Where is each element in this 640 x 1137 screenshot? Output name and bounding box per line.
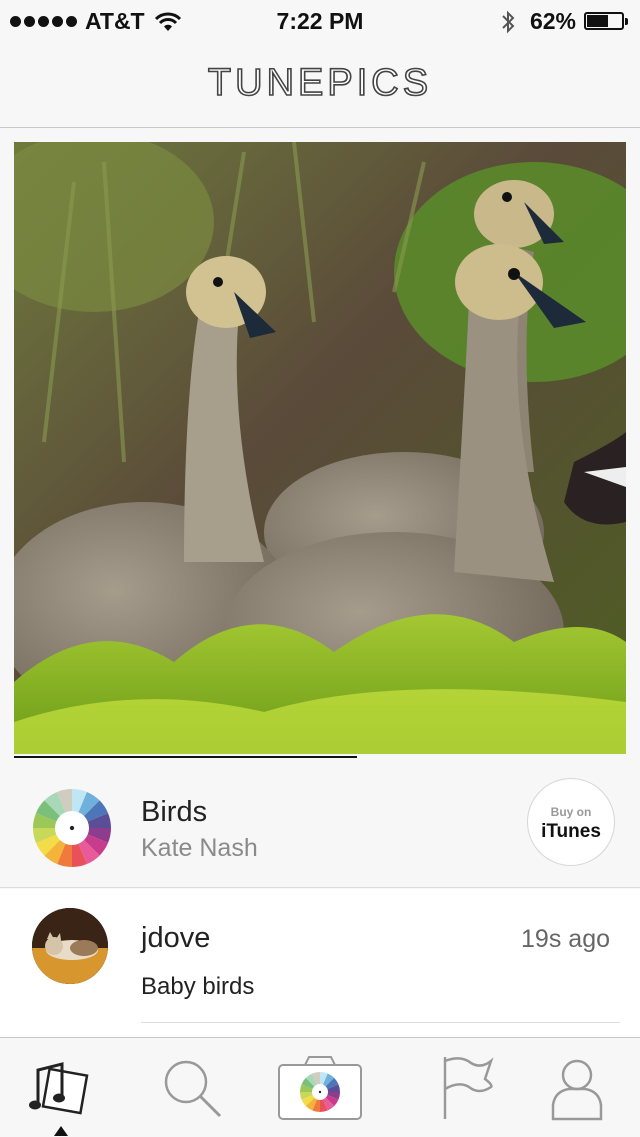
post-caption: Baby birds — [141, 973, 255, 1000]
song-artist: Kate Nash — [141, 834, 258, 862]
song-info-row[interactable]: Birds Kate Nash Buy on iTunes — [0, 760, 640, 888]
playback-progress — [14, 756, 626, 758]
search-icon — [164, 1060, 222, 1117]
tab-camera[interactable] — [265, 1038, 375, 1137]
tab-bar — [0, 1037, 640, 1136]
app-title: TUNEPICS — [207, 61, 433, 105]
song-title: Birds — [141, 796, 208, 828]
camera-icon — [278, 1055, 362, 1120]
avatar[interactable] — [32, 908, 108, 984]
post-divider — [141, 1022, 620, 1023]
username[interactable]: jdove — [141, 922, 210, 955]
playback-progress-fill — [14, 756, 357, 758]
cat-avatar-image — [32, 908, 108, 984]
post-timestamp: 19s ago — [521, 925, 610, 953]
tab-search[interactable] — [137, 1038, 247, 1137]
status-bar: AT&T 7:22 PM 62% — [0, 0, 640, 40]
tab-flag[interactable] — [410, 1038, 520, 1137]
vinyl-record-icon — [33, 789, 111, 867]
tab-music-feed[interactable] — [8, 1038, 118, 1137]
active-tab-indicator — [54, 1126, 68, 1136]
buy-on-itunes-button[interactable]: Buy on iTunes — [527, 778, 615, 866]
music-feed-icon — [29, 1061, 89, 1114]
post-row: jdove 19s ago Baby birds — [0, 889, 640, 1037]
battery-percent: 62% — [529, 8, 576, 34]
goslings-photo-image — [14, 142, 626, 754]
bluetooth-icon — [502, 10, 515, 33]
flag-icon — [443, 1056, 494, 1119]
tab-profile[interactable] — [522, 1038, 632, 1137]
itunes-label: iTunes — [541, 821, 601, 842]
status-right: 62% — [500, 8, 628, 35]
battery-icon — [584, 11, 628, 32]
nav-header: TUNEPICS — [0, 40, 640, 128]
post-photo[interactable] — [14, 142, 626, 754]
buy-on-label: Buy on — [550, 805, 592, 819]
profile-icon — [551, 1059, 603, 1120]
